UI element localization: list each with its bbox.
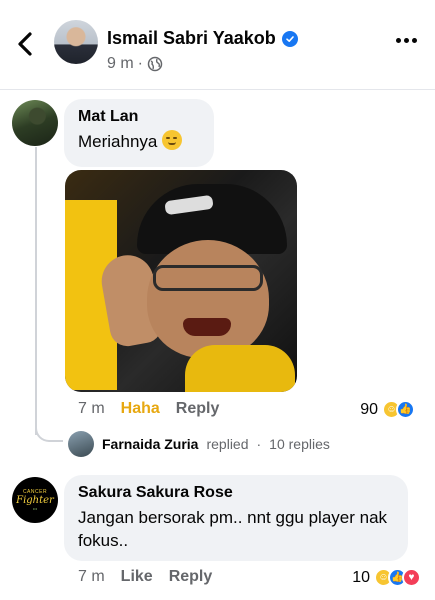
like-icon: 👍: [396, 400, 415, 419]
avatar-tag: •••: [32, 506, 38, 511]
chevron-left-icon[interactable]: [14, 30, 38, 58]
comment-author[interactable]: Mat Lan: [78, 108, 200, 126]
comment-bubble: Mat Lan Meriahnya: [64, 99, 214, 167]
reply-separator: ·: [256, 436, 262, 452]
like-button[interactable]: Like: [121, 568, 153, 586]
globe-icon: [147, 56, 163, 72]
reaction-count: 90: [360, 400, 378, 418]
comment-text: Meriahnya: [78, 130, 200, 153]
reaction-summary[interactable]: 90 ☺ 👍: [360, 400, 415, 419]
commenter-avatar[interactable]: [12, 100, 58, 146]
smirking-face-emoji: [162, 130, 183, 150]
reply-count: 10 replies: [269, 436, 330, 452]
verified-badge-icon: [281, 30, 298, 47]
replies-summary[interactable]: Farnaida Zuria replied · 10 replies: [68, 431, 330, 457]
author-avatar[interactable]: [54, 20, 98, 64]
reply-button[interactable]: Reply: [169, 568, 213, 586]
comment-actions: 7 m Like Reply: [78, 568, 228, 586]
post-time[interactable]: 9 m: [107, 55, 134, 73]
post-meta: 9 m ·: [107, 55, 163, 73]
love-icon: ♥: [402, 568, 421, 587]
replied-label: replied: [206, 436, 249, 452]
avatar-text-main: Fighter: [16, 495, 54, 506]
reaction-count: 10: [352, 568, 370, 586]
commenter-avatar[interactable]: CANCER Fighter •••: [12, 477, 58, 523]
comment-actions: 7 m Haha Reply: [78, 400, 235, 418]
post-header: Ismail Sabri Yaakob 9 m ·: [0, 0, 435, 90]
comment-time[interactable]: 7 m: [78, 400, 105, 418]
thread-curve: [35, 420, 63, 442]
comment-author[interactable]: Sakura Sakura Rose: [78, 484, 394, 502]
thread-line: [35, 147, 37, 435]
haha-reaction-button[interactable]: Haha: [121, 400, 160, 418]
reply-button[interactable]: Reply: [176, 400, 220, 418]
author-name[interactable]: Ismail Sabri Yaakob: [107, 28, 276, 49]
more-horizontal-icon[interactable]: [396, 38, 417, 43]
comment-time[interactable]: 7 m: [78, 568, 105, 586]
reaction-summary[interactable]: 10 ☺ 👍 ♥: [352, 568, 421, 587]
comment-text: Jangan bersorak pm.. nnt ggu player nak …: [78, 508, 388, 550]
comment-photo[interactable]: [65, 170, 297, 392]
author-name-row: Ismail Sabri Yaakob: [107, 28, 298, 49]
reply-author: Farnaida Zuria: [102, 436, 199, 452]
comment-text-content: Meriahnya: [78, 132, 158, 151]
meta-separator: ·: [137, 55, 143, 72]
comment-bubble: Sakura Sakura Rose Jangan bersorak pm.. …: [64, 475, 408, 561]
reply-avatar: [68, 431, 94, 457]
